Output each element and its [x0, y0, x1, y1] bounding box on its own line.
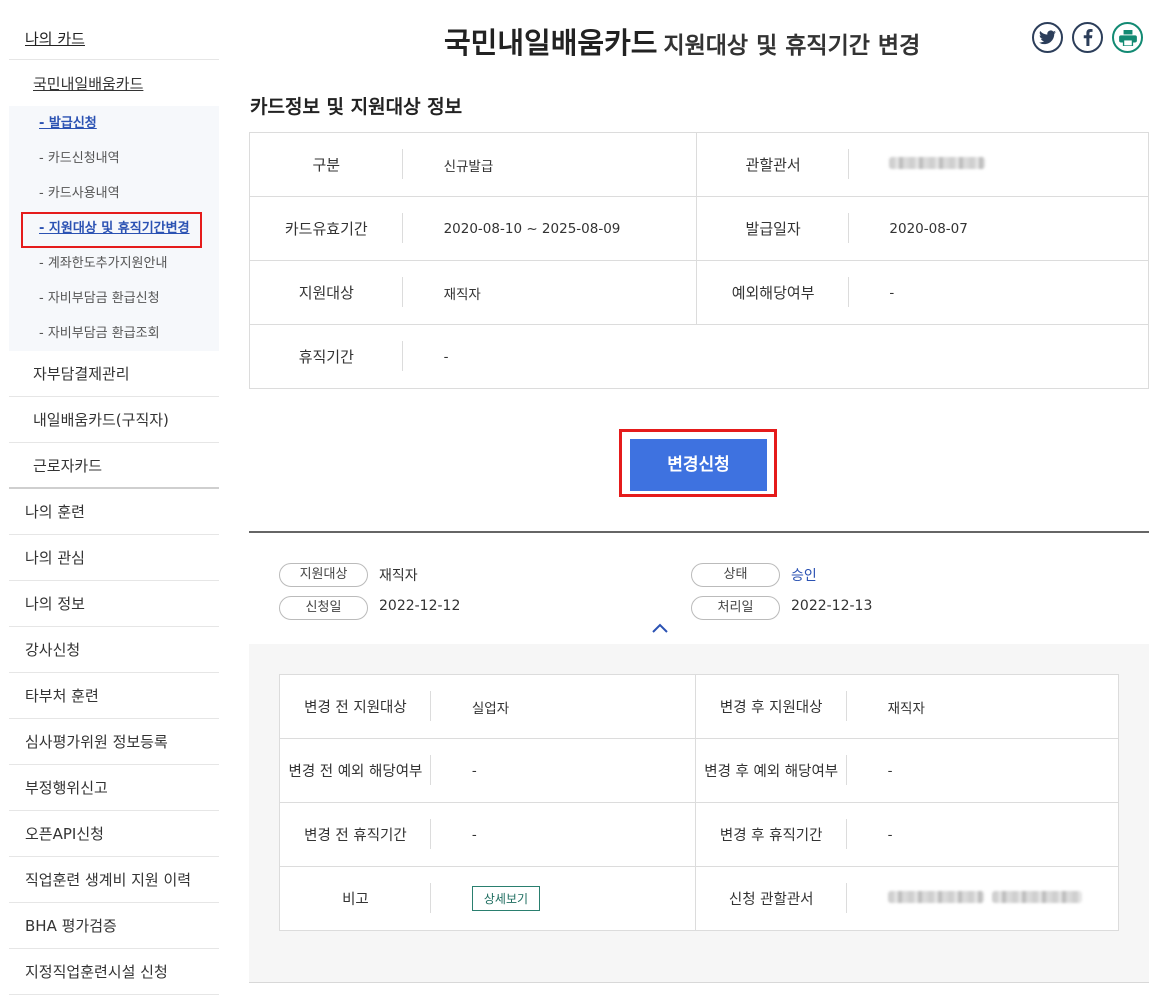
table-row: 카드유효기간 2020-08-10 ~ 2025-08-09 발급일자 2020…	[249, 196, 1149, 261]
sidebar-item-open-api[interactable]: 오픈API신청	[9, 811, 219, 857]
page-title-sub: 지원대상 및 휴직기간 변경	[663, 33, 921, 59]
type-label: 구분	[250, 133, 403, 197]
redacted-apply-office-2	[991, 890, 1082, 903]
before-leave-value: -	[430, 802, 696, 867]
sidebar-item-jobseeker-card[interactable]: 내일배움카드(구직자)	[9, 397, 219, 443]
history-target-label: 지원대상	[279, 563, 368, 587]
before-exception-label: 변경 전 예외 해당여부	[279, 738, 431, 803]
sidebar-item-instructor-apply[interactable]: 강사신청	[9, 627, 219, 673]
sidebar-item-refund-inquiry[interactable]: - 자비부담금 환급조회	[9, 316, 219, 351]
sidebar: 나의 카드 국민내일배움카드 - 발급신청 - 카드신청내역 - 카드사용내역 …	[9, 0, 219, 995]
after-leave-label: 변경 후 휴직기간	[694, 802, 848, 867]
validity-label: 카드유효기간	[249, 196, 403, 261]
sidebar-item-card-usage[interactable]: - 카드사용내역	[9, 176, 219, 211]
exception-value: -	[849, 260, 1149, 325]
redacted-apply-office	[887, 890, 984, 903]
change-apply-button[interactable]: 변경신청	[630, 439, 767, 491]
sidebar-item-limit-info[interactable]: - 계좌한도추가지원안내	[9, 246, 219, 281]
history-apply-date-value: 2022-12-12	[379, 598, 461, 614]
sidebar-item-other-ministry[interactable]: 타부처 훈련	[9, 673, 219, 719]
target-value: 재직자	[402, 260, 697, 325]
history-target-value: 재직자	[379, 568, 418, 584]
sidebar-my-card[interactable]: 나의 카드	[9, 0, 219, 60]
table-row: 지원대상 재직자 예외해당여부 -	[249, 260, 1149, 325]
sidebar-item-living-cost[interactable]: 직업훈련 생계비 지원 이력	[9, 857, 219, 903]
sidebar-item-bha[interactable]: BHA 평가검증	[9, 903, 219, 949]
leave-value: -	[402, 324, 1149, 389]
issue-date-label: 발급일자	[695, 196, 850, 261]
chevron-up-icon[interactable]	[650, 620, 670, 636]
sidebar-item-self-payment[interactable]: 자부담결제관리	[9, 351, 219, 397]
table-row: 변경 전 지원대상 실업자 변경 후 지원대상 재직자	[280, 674, 1119, 739]
leave-label: 휴직기간	[249, 324, 403, 389]
sidebar-item-my-interest[interactable]: 나의 관심	[9, 535, 219, 581]
history-status-value: 승인	[791, 568, 817, 584]
sidebar-national-card[interactable]: 국민내일배움카드	[9, 60, 219, 106]
table-row: 비고 상세보기 신청 관할관서	[279, 866, 1119, 931]
divider	[249, 531, 1149, 533]
after-exception-value: -	[846, 738, 1119, 803]
card-info-table: 구분 신규발급 관할관서 카드유효기간 2020-08-10 ~ 2025-08…	[249, 132, 1149, 389]
sidebar-item-refund-apply[interactable]: - 자비부담금 환급신청	[9, 281, 219, 316]
share-toolbar	[1032, 22, 1143, 53]
redacted-office	[889, 156, 986, 169]
page-title: 국민내일배움카드 지원대상 및 휴직기간 변경	[444, 20, 920, 62]
facebook-icon[interactable]	[1072, 22, 1103, 53]
sidebar-item-worker-card[interactable]: 근로자카드	[9, 443, 219, 489]
sidebar-item-my-info[interactable]: 나의 정보	[9, 581, 219, 627]
office-label: 관할관서	[695, 132, 850, 197]
after-leave-value: -	[846, 802, 1119, 867]
before-target-value: 실업자	[471, 700, 510, 717]
note-label: 비고	[279, 866, 431, 931]
apply-office-value	[846, 866, 1119, 931]
after-exception-label: 변경 후 예외 해당여부	[694, 738, 848, 803]
sidebar-item-evaluator[interactable]: 심사평가위원 정보등록	[9, 719, 219, 765]
twitter-icon[interactable]	[1032, 22, 1063, 53]
table-row: 구분 신규발급 관할관서	[250, 132, 1149, 197]
before-target-label: 변경 전 지원대상	[280, 675, 431, 739]
sidebar-item-facility-apply[interactable]: 지정직업훈련시설 신청	[9, 949, 219, 995]
type-value: 신규발급	[443, 158, 494, 175]
change-detail-table: 변경 전 지원대상 실업자 변경 후 지원대상 재직자 변경 전 예외 해당여부…	[279, 674, 1119, 931]
history-process-date-label: 처리일	[691, 596, 780, 620]
section-title: 카드정보 및 지원대상 정보	[250, 96, 463, 118]
office-value	[849, 133, 1148, 197]
sidebar-item-issue-apply[interactable]: - 발급신청	[9, 106, 219, 141]
table-row: 휴직기간 -	[249, 324, 1149, 389]
table-row: 변경 전 휴직기간 - 변경 후 휴직기간 -	[279, 802, 1119, 867]
print-icon[interactable]	[1112, 22, 1143, 53]
view-detail-button[interactable]: 상세보기	[471, 886, 541, 911]
note-value: 상세보기	[430, 866, 696, 931]
page-title-main: 국민내일배움카드	[444, 26, 658, 60]
sidebar-item-fraud-report[interactable]: 부정행위신고	[9, 765, 219, 811]
before-leave-label: 변경 전 휴직기간	[279, 802, 431, 867]
history-apply-date-label: 신청일	[279, 596, 368, 620]
history-status-label: 상태	[691, 563, 780, 587]
table-row: 변경 전 예외 해당여부 - 변경 후 예외 해당여부 -	[279, 738, 1119, 803]
sidebar-item-my-training[interactable]: 나의 훈련	[9, 489, 219, 535]
sidebar-item-target-change[interactable]: - 지원대상 및 휴직기간변경	[9, 211, 219, 248]
after-target-value: 재직자	[887, 700, 925, 717]
sidebar-item-card-apply-history[interactable]: - 카드신청내역	[9, 141, 219, 176]
validity-value: 2020-08-10 ~ 2025-08-09	[402, 196, 697, 261]
issue-date-value: 2020-08-07	[849, 196, 1149, 261]
after-target-label: 변경 후 지원대상	[694, 674, 848, 739]
history-process-date-value: 2022-12-13	[791, 598, 873, 614]
exception-label: 예외해당여부	[695, 260, 850, 325]
sidebar-submenu: - 발급신청 - 카드신청내역 - 카드사용내역 - 지원대상 및 휴직기간변경…	[9, 106, 219, 351]
apply-office-label: 신청 관할관서	[694, 866, 848, 931]
before-exception-value: -	[430, 738, 696, 803]
target-label: 지원대상	[249, 260, 403, 325]
